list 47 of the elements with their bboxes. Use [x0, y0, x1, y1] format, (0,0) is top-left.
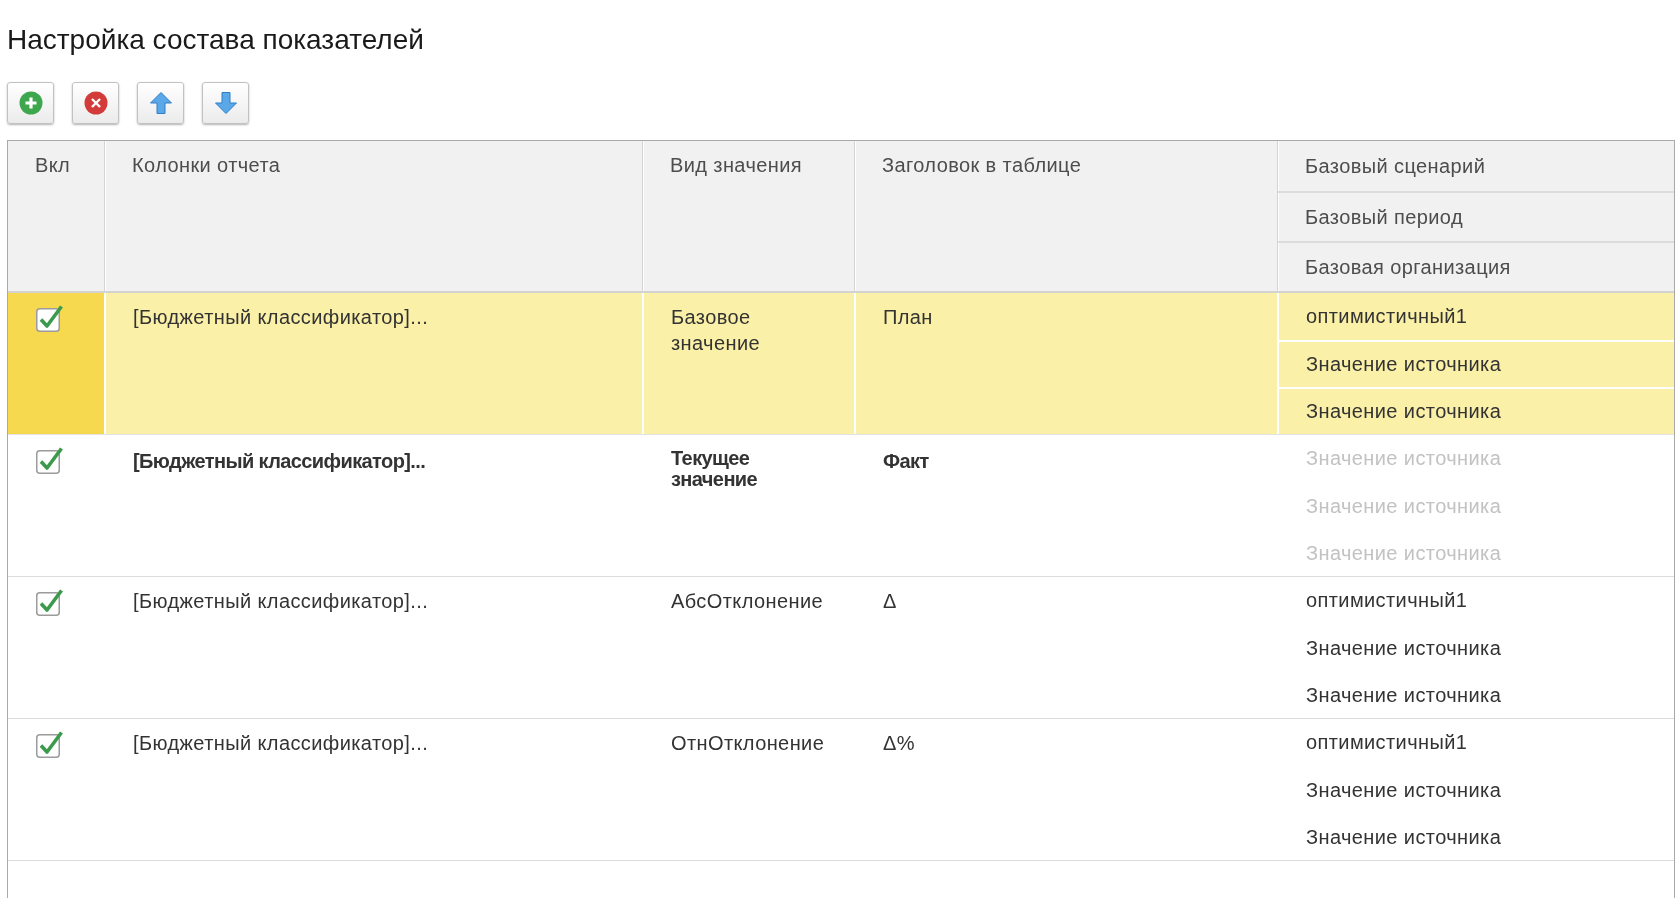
table-cell: Значение источника: [1306, 542, 1502, 564]
column-header[interactable]: Вид значения: [642, 141, 854, 291]
focused-cell[interactable]: [8, 293, 104, 434]
table-cell: Значение источника: [1306, 353, 1502, 375]
table-cell: Значение источника: [1306, 826, 1502, 848]
checkbox[interactable]: [36, 589, 63, 616]
table-cell: [Бюджетный классификатор]...: [133, 590, 429, 612]
column-header[interactable]: Базовая организация: [1278, 241, 1674, 291]
table-cell: Значение источника: [1306, 495, 1502, 517]
checkbox[interactable]: [36, 305, 63, 332]
checkbox[interactable]: [36, 447, 63, 474]
table-cell: [Бюджетный классификатор]...: [133, 732, 429, 754]
column-header[interactable]: Колонки отчета: [104, 141, 642, 291]
table-row[interactable]: [Бюджетный классификатор]... ОтнОтклонение Δ% оптимистичный1 Значение источника Значение источника: [8, 719, 1674, 861]
column-header[interactable]: Базовый период: [1278, 191, 1674, 241]
column-header[interactable]: Базовый сценарий: [1278, 141, 1674, 191]
table-cell: Значение источника: [1306, 400, 1502, 422]
table-cell: Факт: [883, 450, 929, 472]
table-cell: [Бюджетный классификатор]...: [133, 306, 429, 328]
up-arrow-icon: [149, 92, 172, 114]
table-cell: Δ%: [883, 732, 915, 754]
delete-button[interactable]: [72, 82, 119, 124]
table-cell: оптимистичный1: [1306, 589, 1468, 611]
move-up-button[interactable]: [137, 82, 184, 124]
checkbox[interactable]: [36, 731, 63, 758]
page-title: Настройка состава показателей: [7, 23, 424, 57]
table-cell: Значение источника: [1306, 447, 1502, 469]
table-cell: Значение источника: [1306, 684, 1502, 706]
column-header[interactable]: Вкл: [8, 141, 104, 291]
table-cell: оптимистичный1: [1306, 731, 1468, 753]
table-cell-text: Текущее значение: [671, 448, 759, 490]
table-cell: Δ: [883, 590, 897, 612]
add-button[interactable]: [7, 82, 54, 124]
table-cell: Значение источника: [1306, 637, 1502, 659]
move-down-button[interactable]: [202, 82, 249, 124]
table-cell-text: АбсОтклонение: [671, 589, 823, 614]
column-header[interactable]: Заголовок в таблице: [854, 141, 1277, 291]
table-cell: План: [883, 306, 933, 328]
table-cell: оптимистичный1: [1306, 305, 1468, 327]
down-arrow-icon: [214, 92, 237, 114]
table-cell-text: ОтнОтклонение: [671, 731, 825, 756]
table-cell-text: Базовое значение: [671, 305, 761, 356]
cross-icon: [83, 91, 108, 115]
plus-icon: [18, 91, 43, 115]
table-cell: [Бюджетный классификатор]...: [133, 450, 426, 472]
table-row[interactable]: [Бюджетный классификатор]... Базовое значение План оптимистичный1 Значение источника Значение источника: [8, 293, 1674, 435]
table-cell: Значение источника: [1306, 779, 1502, 801]
